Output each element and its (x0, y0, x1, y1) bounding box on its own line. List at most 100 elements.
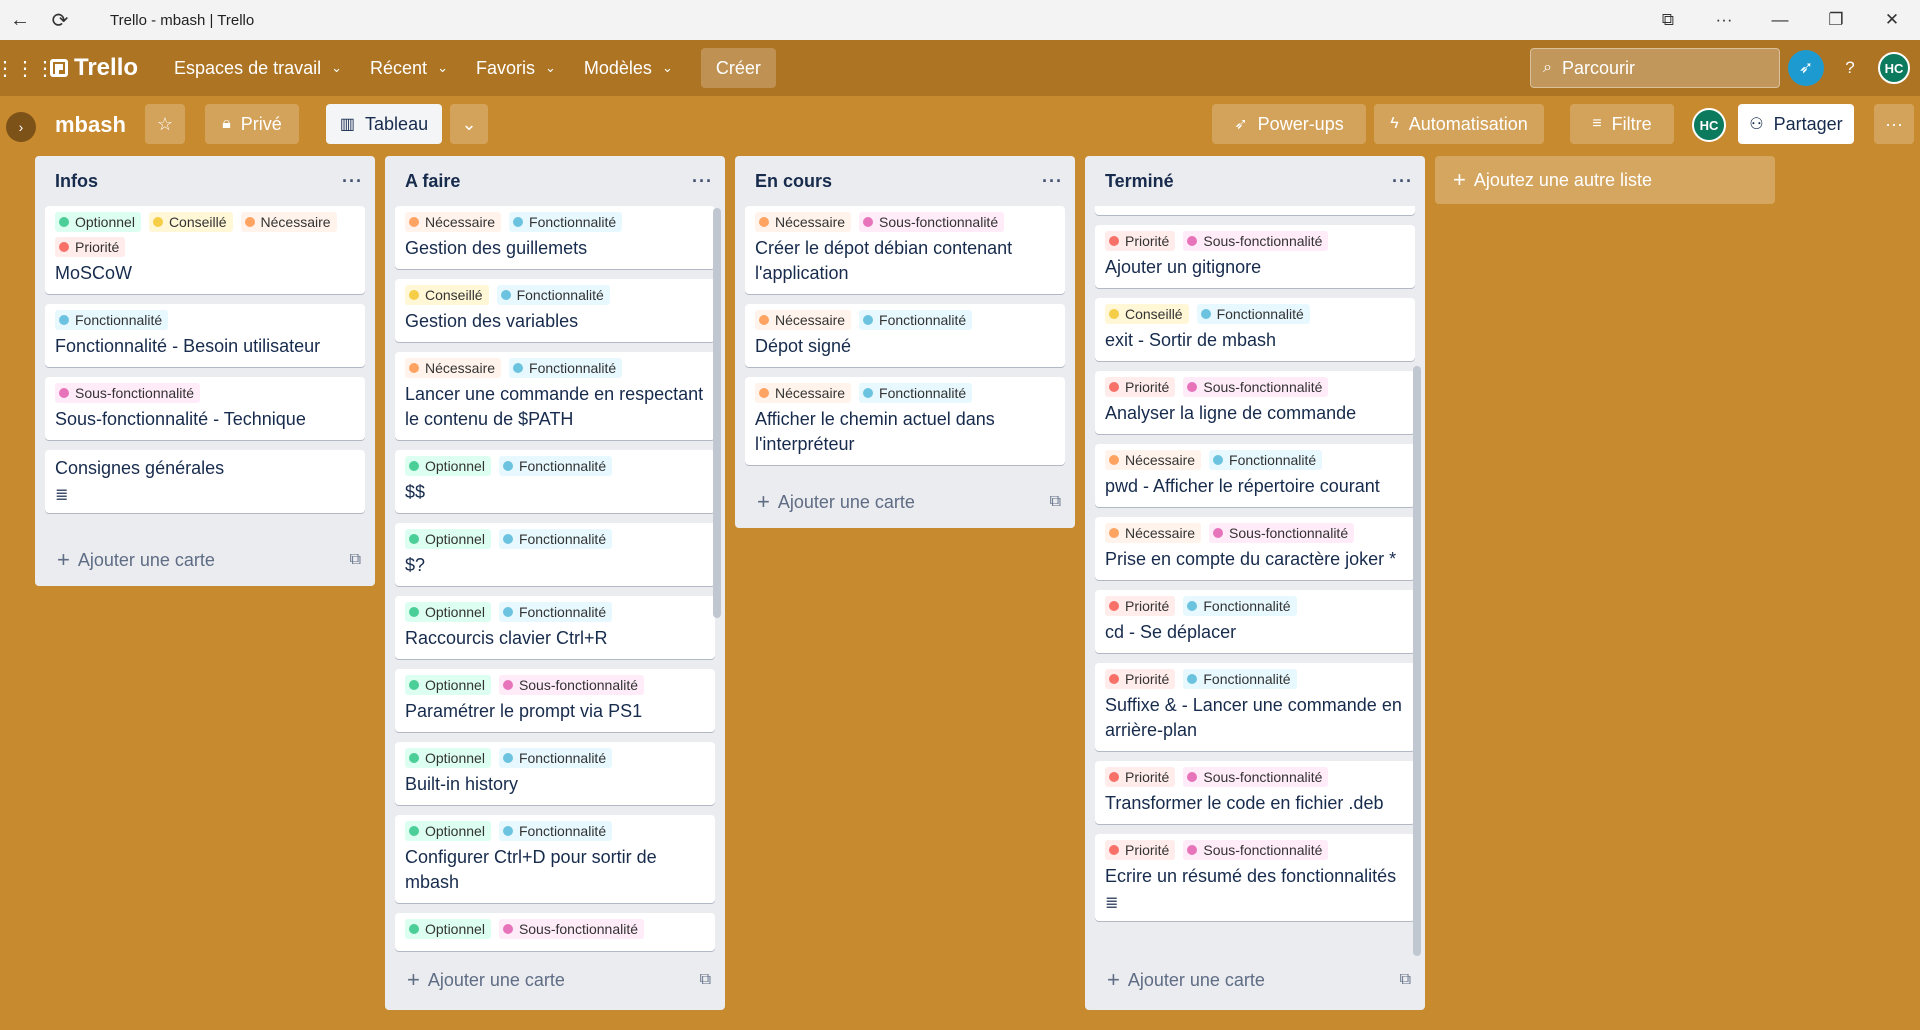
view-board-button[interactable]: ▥ Tableau (326, 104, 442, 144)
board-title[interactable]: mbash (55, 112, 126, 138)
label-badge[interactable]: Optionnel (405, 529, 491, 549)
menu-starred[interactable]: Favoris ⌄ (462, 48, 570, 88)
card[interactable]: Optionnel Fonctionnalité Raccourcis clavie… (395, 596, 715, 659)
card[interactable]: Optionnel Fonctionnalité Built-in history (395, 742, 715, 805)
label-badge[interactable]: Fonctionnalité (498, 602, 613, 622)
label-badge[interactable]: Optionnel (405, 821, 491, 841)
label-badge[interactable]: Priorité (1105, 840, 1176, 860)
star-icon[interactable]: ☆ (145, 104, 185, 144)
card[interactable]: Consignes générales ≣ (45, 450, 365, 513)
card[interactable]: Nécessaire Fonctionnalité Afficher le chem… (745, 377, 1065, 465)
list-scrollbar[interactable] (713, 208, 721, 618)
card[interactable]: Fonctionnalité Fonctionnalité - Besoin ut… (45, 304, 365, 367)
label-badge[interactable]: Fonctionnalité (859, 383, 973, 403)
list-header[interactable]: A faire ··· (385, 156, 725, 206)
label-badge[interactable]: Conseillé (405, 285, 489, 305)
filter-button[interactable]: ≡ Filtre (1570, 104, 1674, 144)
label-badge[interactable]: Nécessaire (405, 212, 502, 232)
card[interactable]: Optionnel Fonctionnalité Configurer Ctrl+D… (395, 815, 715, 903)
label-badge[interactable]: Sous-fonctionnalité (1209, 523, 1355, 543)
card-template-icon[interactable]: ⧉ (1050, 493, 1061, 511)
card-template-icon[interactable]: ⧉ (350, 551, 361, 569)
more-options-icon[interactable]: ··· (1696, 0, 1752, 40)
label-badge[interactable]: Conseillé (148, 212, 233, 232)
label-badge[interactable]: Fonctionnalité (1183, 596, 1297, 616)
label-badge[interactable]: Sous-fonctionnalité (498, 675, 645, 695)
label-badge[interactable]: Optionnel (405, 675, 491, 695)
back-arrow-icon[interactable]: ← (0, 0, 40, 40)
menu-recent[interactable]: Récent ⌄ (356, 48, 462, 88)
card[interactable]: Optionnel Fonctionnalité $? (395, 523, 715, 586)
add-list-button[interactable]: + Ajoutez une autre liste (1435, 156, 1775, 204)
card[interactable]: Priorité Fonctionnalité cd - Se déplacer (1095, 590, 1415, 653)
card[interactable]: Optionnel Sous-fonctionnalité Paramétrer l… (395, 669, 715, 732)
sidebar-toggle-icon[interactable]: › (6, 112, 36, 142)
label-badge[interactable]: Priorité (1105, 377, 1176, 397)
board-menu-icon[interactable]: ··· (1874, 104, 1914, 144)
list-header[interactable]: En cours ··· (735, 156, 1075, 206)
list-menu-icon[interactable]: ··· (692, 171, 713, 192)
label-badge[interactable]: Fonctionnalité (498, 456, 613, 476)
trello-logo[interactable]: Trello (50, 54, 138, 82)
card[interactable]: Conseillé Fonctionnalité exit - Sortir de … (1095, 298, 1415, 361)
label-badge[interactable]: Sous-fonctionnalité (55, 383, 201, 403)
label-badge[interactable]: Nécessaire (1105, 450, 1202, 470)
maximize-icon[interactable]: ❐ (1808, 0, 1864, 40)
list-menu-icon[interactable]: ··· (342, 171, 363, 192)
label-badge[interactable]: Fonctionnalité (1196, 304, 1310, 324)
label-badge[interactable]: Nécessaire (1105, 523, 1202, 543)
card[interactable]: Priorité Fonctionnalité Suffixe & - Lancer… (1095, 663, 1415, 751)
card[interactable]: Nécessaire Sous-fonctionnalité Créer le dé… (745, 206, 1065, 294)
app-mode-icon[interactable]: ⧉ (1640, 0, 1696, 40)
app-switcher-icon[interactable]: ⋮⋮⋮ (0, 56, 55, 81)
label-badge[interactable]: Sous-fonctionnalité (1183, 767, 1329, 787)
list-header[interactable]: Terminé ··· (1085, 156, 1425, 206)
close-icon[interactable]: ✕ (1864, 0, 1920, 40)
add-card-button[interactable]: + Ajouter une carte ⧉ (735, 478, 1075, 526)
card[interactable]: Priorité Sous-fonctionnalité Analyser la l… (1095, 371, 1415, 434)
card[interactable]: Optionnel Sous-fonctionnalité (395, 913, 715, 951)
card[interactable]: Priorité Sous-fonctionnalité Transformer l… (1095, 761, 1415, 824)
card[interactable]: Optionnel Fonctionnalité $$ (395, 450, 715, 513)
label-badge[interactable]: Priorité (1105, 596, 1176, 616)
label-badge[interactable]: Conseillé (1105, 304, 1189, 324)
label-badge[interactable]: Priorité (1105, 767, 1176, 787)
label-badge[interactable]: Sous-fonctionnalité (498, 919, 645, 939)
label-badge[interactable]: Fonctionnalité (509, 358, 623, 378)
powerups-button[interactable]: ➶ Power-ups (1212, 104, 1366, 144)
view-switcher-chevron-icon[interactable]: ⌄ (450, 104, 488, 144)
label-badge[interactable]: Fonctionnalité (1209, 450, 1323, 470)
label-badge[interactable]: Fonctionnalité (859, 310, 973, 330)
card[interactable]: Sous-fonctionnalité Sous-fonctionnalité -… (45, 377, 365, 440)
label-badge[interactable]: Nécessaire (755, 383, 852, 403)
list-scrollbar[interactable] (1413, 366, 1421, 956)
search-input[interactable]: ⌕ Parcourir (1530, 48, 1780, 88)
board-member-avatar[interactable]: HC (1692, 108, 1726, 142)
label-badge[interactable]: Nécessaire (755, 310, 852, 330)
label-badge[interactable]: Priorité (1105, 231, 1176, 251)
list-header[interactable]: Infos ··· (35, 156, 375, 206)
card[interactable]: Conseillé Fonctionnalité Gestion des varia… (395, 279, 715, 342)
card[interactable]: Priorité Sous-fonctionnalité Ajouter un gi… (1095, 225, 1415, 288)
label-badge[interactable]: Optionnel (55, 212, 141, 232)
add-card-button[interactable]: + Ajouter une carte ⧉ (35, 536, 375, 584)
card[interactable]: Nécessaire Sous-fonctionnalité Prise en co… (1095, 517, 1415, 580)
menu-workspaces[interactable]: Espaces de travail ⌄ (160, 48, 356, 88)
label-badge[interactable]: Optionnel (405, 748, 491, 768)
add-card-button[interactable]: + Ajouter une carte ⧉ (385, 956, 725, 1004)
label-badge[interactable]: Nécessaire (405, 358, 502, 378)
label-badge[interactable]: Nécessaire (755, 212, 852, 232)
list-menu-icon[interactable]: ··· (1392, 171, 1413, 192)
create-button[interactable]: Créer (700, 48, 776, 88)
menu-templates[interactable]: Modèles ⌄ (570, 48, 687, 88)
label-badge[interactable]: Priorité (55, 237, 126, 257)
label-badge[interactable]: Sous-fonctionnalité (1183, 231, 1329, 251)
label-badge[interactable]: Optionnel (405, 919, 491, 939)
avatar[interactable]: HC (1878, 52, 1910, 84)
share-button[interactable]: ⚇ Partager (1738, 104, 1854, 144)
card[interactable]: Nécessaire Fonctionnalité Gestion des guil… (395, 206, 715, 269)
card[interactable]: Nécessaire Fonctionnalité Lancer une comma… (395, 352, 715, 440)
add-card-button[interactable]: + Ajouter une carte ⧉ (1085, 956, 1425, 1004)
card-template-icon[interactable]: ⧉ (1400, 971, 1411, 989)
card[interactable]: Nécessaire Fonctionnalité Dépot signé (745, 304, 1065, 367)
